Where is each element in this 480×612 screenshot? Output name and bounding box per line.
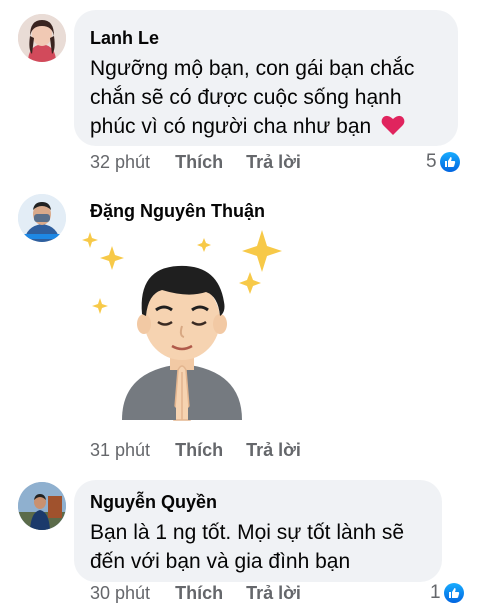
comment-text-line: Bạn là 1 ng tốt. Mọi sự tốt lành sẽ bbox=[90, 521, 405, 544]
comment-text-segment: phúc vì có người cha như bạn bbox=[90, 115, 372, 138]
avatar[interactable] bbox=[18, 14, 66, 62]
heart-icon bbox=[381, 114, 405, 144]
like-button[interactable]: Thích bbox=[175, 152, 223, 172]
comment-meta: 32 phút Thích Trả lời bbox=[90, 152, 301, 173]
reply-button[interactable]: Trả lời bbox=[246, 152, 301, 172]
avatar[interactable] bbox=[18, 194, 66, 242]
reply-button[interactable]: Trả lời bbox=[246, 440, 301, 460]
comment-1: Lanh Le Ngưỡng mộ bạn, con gái bạn chắc … bbox=[0, 0, 480, 180]
comment-meta: 31 phút Thích Trả lời bbox=[90, 440, 301, 461]
like-reaction-icon bbox=[439, 152, 460, 172]
comment-text-line: Ngưỡng mộ bạn, con gái bạn chắc bbox=[90, 57, 415, 80]
like-button[interactable]: Thích bbox=[175, 583, 223, 603]
comment-author[interactable]: Đặng Nguyên Thuận bbox=[90, 201, 265, 222]
reaction-summary[interactable]: 1 bbox=[430, 582, 464, 604]
avatar[interactable] bbox=[18, 482, 66, 530]
avatar-image bbox=[18, 194, 66, 242]
avatar-image bbox=[18, 14, 66, 62]
comment-author[interactable]: Lanh Le bbox=[90, 28, 159, 49]
comment-text-line: phúc vì có người cha như bạn bbox=[90, 112, 405, 144]
comment-author[interactable]: Nguyễn Quyền bbox=[90, 492, 217, 513]
comment-meta: 30 phút Thích Trả lời bbox=[90, 583, 301, 604]
comment-text-line: đến với bạn và gia đình bạn bbox=[90, 550, 351, 573]
reaction-summary[interactable]: 5 bbox=[426, 151, 460, 173]
comment-bubble: Lanh Le Ngưỡng mộ bạn, con gái bạn chắc … bbox=[74, 10, 458, 146]
comment-2: Đặng Nguyên Thuận 31 phút Thích Trả lời bbox=[0, 180, 480, 470]
avatar-image bbox=[18, 482, 66, 530]
like-button[interactable]: Thích bbox=[175, 440, 223, 460]
reaction-count: 5 bbox=[426, 151, 437, 172]
comment-time[interactable]: 30 phút bbox=[90, 583, 150, 603]
comment-bubble: Nguyễn Quyền Bạn là 1 ng tốt. Mọi sự tốt… bbox=[74, 480, 442, 582]
reply-button[interactable]: Trả lời bbox=[246, 583, 301, 603]
comment-text-line: chắn sẽ có được cuộc sống hạnh bbox=[90, 86, 402, 109]
like-reaction-icon bbox=[443, 583, 464, 603]
reaction-count: 1 bbox=[430, 582, 441, 603]
comment-time[interactable]: 32 phút bbox=[90, 152, 150, 172]
comment-3: Nguyễn Quyền Bạn là 1 ng tốt. Mọi sự tốt… bbox=[0, 470, 480, 612]
comment-time[interactable]: 31 phút bbox=[90, 440, 150, 460]
praying-avatar-sticker bbox=[78, 224, 288, 434]
